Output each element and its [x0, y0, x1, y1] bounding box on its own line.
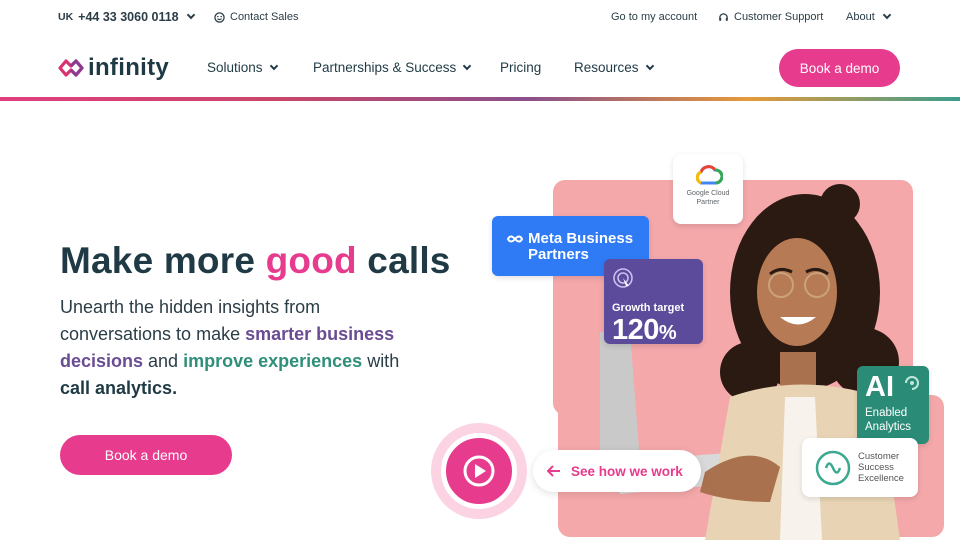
play-icon	[463, 455, 495, 487]
customer-support-label: Customer Support	[734, 11, 824, 23]
refresh-sparkle-icon	[905, 376, 919, 390]
see-how-we-work-label: See how we work	[571, 463, 683, 479]
book-demo-hero-button[interactable]: Book a demo	[60, 435, 232, 475]
contact-sales-label: Contact Sales	[230, 11, 299, 23]
logo-wordmark: infinity	[88, 54, 170, 81]
google-cloud-partner-text: Partner	[696, 199, 720, 206]
meta-infinity-icon	[506, 235, 524, 242]
ai-badge-line1: Enabled	[865, 407, 908, 419]
growth-target-card: Growth target 120%	[604, 259, 703, 346]
meta-badge-line1: Meta Business	[528, 230, 634, 247]
nav-solutions-label: Solutions	[207, 60, 263, 75]
nav-partnerships-label: Partnerships & Success	[313, 60, 457, 75]
google-cloud-partner-badge: Google Cloud Partner	[673, 154, 743, 224]
nav-pricing-label: Pricing	[500, 60, 542, 75]
account-label: Go to my account	[611, 11, 698, 23]
headset-icon	[719, 12, 728, 21]
utility-bar: UK +44 33 3060 0118 Contact Sales Go to …	[0, 0, 960, 36]
hero-highlight-green: improve experiences	[183, 351, 363, 371]
cse-line1: Customer	[858, 451, 900, 462]
nav-pricing[interactable]: Pricing	[500, 60, 541, 75]
target-cursor-icon	[613, 268, 633, 288]
chevron-down-icon	[645, 61, 654, 70]
infinity-logo[interactable]: infinity	[58, 54, 169, 82]
nav-resources-label: Resources	[574, 60, 639, 75]
phone-number[interactable]: +44 33 3060 0118	[78, 10, 178, 24]
nav-resources[interactable]: Resources	[574, 60, 654, 75]
arrow-left-icon	[547, 465, 560, 477]
google-cloud-icon	[695, 165, 723, 185]
hero-title-part: Make more	[60, 240, 266, 281]
main-nav: infinity Solutions Partnerships & Succes…	[0, 36, 960, 98]
phone-selector[interactable]: UK +44 33 3060 0118	[58, 10, 195, 24]
about-label: About	[846, 11, 875, 23]
contact-sales-link[interactable]: Contact Sales	[214, 11, 298, 23]
cse-line3: Excellence	[858, 473, 904, 484]
chevron-down-icon	[269, 61, 278, 70]
account-link[interactable]: Go to my account	[611, 11, 697, 23]
growth-target-unit: %	[658, 322, 677, 344]
play-button-core[interactable]	[441, 433, 517, 509]
ai-enabled-analytics-badge: AI Enabled Analytics	[857, 366, 929, 444]
gradient-divider	[0, 97, 960, 101]
hero-title: Make more good calls	[60, 240, 451, 282]
customer-support-link[interactable]: Customer Support	[718, 11, 823, 23]
hero-highlight-bold: call analytics.	[60, 378, 178, 398]
smiley-icon	[214, 11, 225, 23]
customer-success-excellence-badge: Customer Success Excellence	[802, 438, 918, 497]
hero-body-text: and	[143, 351, 184, 371]
nav-solutions[interactable]: Solutions	[207, 60, 278, 75]
cse-logo-icon	[815, 450, 851, 485]
growth-target-value: 120	[612, 314, 659, 346]
chevron-down-icon	[882, 10, 891, 20]
country-code: UK	[58, 11, 74, 23]
play-video-button[interactable]	[431, 423, 527, 519]
chevron-down-icon	[186, 10, 195, 20]
ai-badge-line2: Analytics	[865, 421, 912, 433]
growth-target-label: Growth target	[612, 302, 685, 314]
book-demo-nav-button[interactable]: Book a demo	[779, 49, 900, 87]
infinity-logo-icon	[58, 59, 84, 77]
google-cloud-text: Google Cloud	[686, 190, 730, 197]
hero-title-highlight: good	[265, 240, 357, 281]
hero-description: Unearth the hidden insights from convers…	[60, 294, 420, 402]
see-how-we-work-button[interactable]: See how we work	[533, 450, 701, 492]
about-menu[interactable]: About	[846, 10, 891, 23]
cse-line2: Success	[858, 462, 894, 473]
hero-body-text: with	[362, 351, 400, 371]
nav-partnerships[interactable]: Partnerships & Success	[313, 60, 472, 75]
hero-title-part: calls	[356, 240, 451, 281]
chevron-down-icon	[463, 61, 472, 70]
